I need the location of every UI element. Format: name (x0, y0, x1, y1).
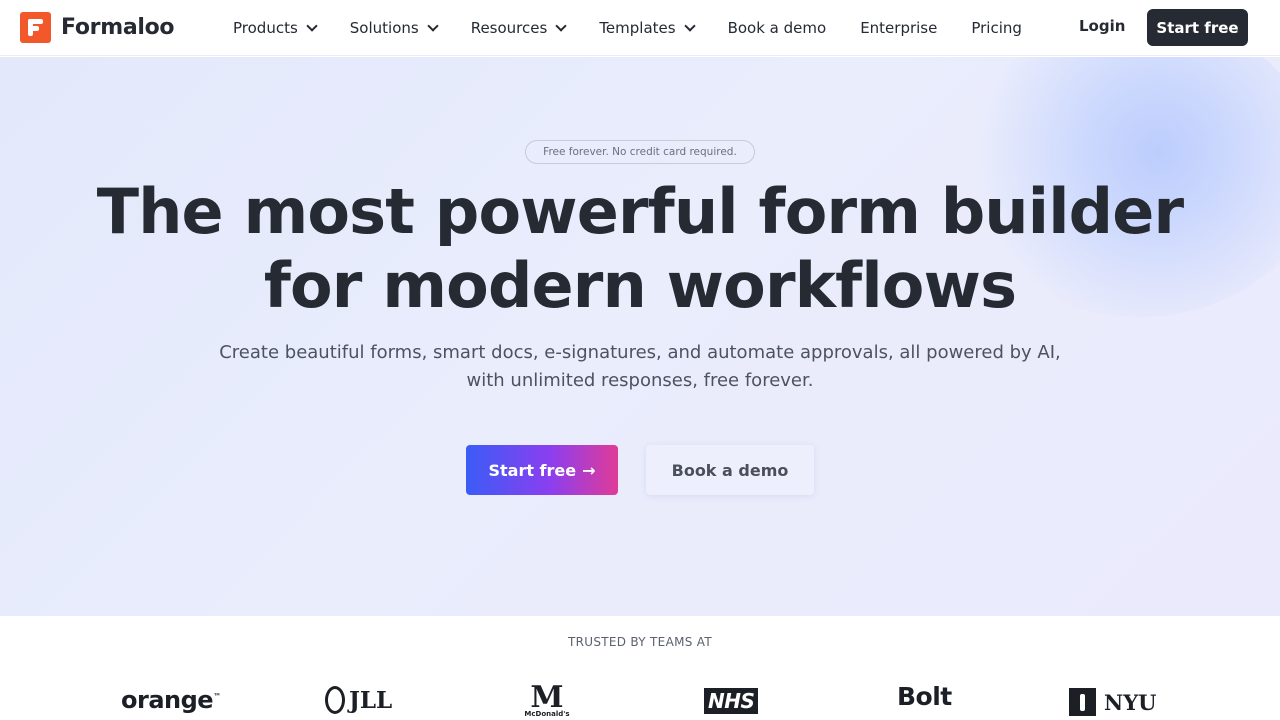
start-free-nav-button[interactable]: Start free (1147, 9, 1248, 46)
bolt-logo: Bolt (897, 682, 952, 711)
hero-headline: The most powerful form builder for moder… (40, 175, 1240, 323)
menu-item-solutions[interactable]: Solutions (349, 19, 439, 37)
menu-item-label: Pricing (971, 19, 1022, 37)
start-free-label: Start free (488, 460, 577, 480)
chevron-down-icon (427, 20, 439, 32)
menu-item-label: Solutions (349, 19, 419, 37)
nyu-logo: NYU (1069, 688, 1157, 716)
customer-logos: orange™ JLL M McDonald's NHS Bolt NYU (0, 682, 1280, 720)
menu-item-resources[interactable]: Resources (470, 19, 567, 37)
headline-line-2: for modern workflows (263, 249, 1017, 322)
menu-item-templates[interactable]: Templates (599, 19, 696, 37)
jll-ring-icon (325, 686, 345, 714)
book-demo-hero-button[interactable]: Book a demo (646, 445, 814, 495)
chevron-down-icon (683, 20, 696, 32)
free-forever-badge: Free forever. No credit card required. (525, 140, 755, 164)
trusted-by-section: TRUSTED BY TEAMS AT orange™ JLL M McDona… (0, 616, 1280, 720)
chevron-down-icon (555, 20, 567, 32)
start-free-hero-button[interactable]: Start free → (466, 445, 618, 495)
orange-logo: orange™ (121, 686, 221, 714)
menu-item-label: Templates (599, 19, 676, 37)
login-link[interactable]: Login (1079, 17, 1125, 35)
nhs-logo: NHS (704, 688, 759, 714)
menu-item-enterprise[interactable]: Enterprise (860, 19, 937, 37)
chevron-down-icon (306, 20, 318, 32)
menu-item-book-demo[interactable]: Book a demo (728, 19, 827, 37)
formaloo-logo-icon (20, 12, 51, 43)
jll-logo: JLL (325, 686, 392, 714)
golden-arches-icon: M (530, 680, 564, 715)
headline-line-1: The most powerful form builder (96, 175, 1184, 248)
menu-item-label: Enterprise (860, 19, 938, 37)
mcdonalds-logo: M McDonald's (524, 680, 570, 719)
menu-item-label: Products (233, 19, 298, 37)
formaloo-logo[interactable]: Formaloo (20, 12, 175, 43)
menu-item-products[interactable]: Products (233, 19, 318, 37)
hero-subtitle: Create beautiful forms, smart docs, e-si… (219, 342, 1061, 391)
hero-section: Free forever. No credit card required. T… (0, 57, 1280, 616)
main-menu: Products Solutions Resources Templates B… (233, 0, 1056, 56)
arrow-right-icon: → (582, 460, 596, 480)
trusted-label: TRUSTED BY TEAMS AT (568, 635, 712, 649)
nyu-torch-icon (1069, 688, 1096, 716)
top-navigation: Formaloo Products Solutions Resources Te… (0, 0, 1280, 56)
menu-item-pricing[interactable]: Pricing (971, 19, 1022, 37)
menu-item-label: Book a demo (727, 19, 827, 37)
menu-item-label: Resources (470, 19, 548, 37)
logo-text: Formaloo (61, 15, 175, 40)
